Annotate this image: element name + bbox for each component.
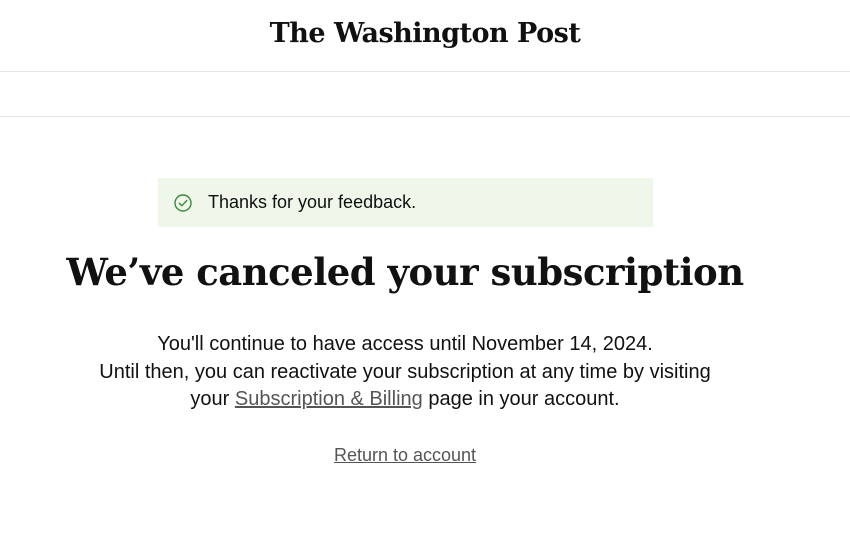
- feedback-message: Thanks for your feedback.: [208, 192, 417, 212]
- billing-line-prefix: your: [190, 388, 230, 410]
- subscription-billing-link[interactable]: Subscription & Billing: [235, 388, 423, 410]
- return-link-container: Return to account: [0, 445, 810, 466]
- reactivate-text: Until then, you can reactivate your subs…: [99, 360, 711, 383]
- feedback-banner: Thanks for your feedback.: [158, 178, 653, 227]
- billing-line-suffix: page in your account.: [428, 388, 620, 410]
- return-to-account-link[interactable]: Return to account: [334, 445, 476, 465]
- billing-line: your Subscription & Billing page in your…: [60, 386, 750, 414]
- washington-post-logo[interactable]: The Washington Post: [270, 18, 581, 49]
- site-header: The Washington Post: [0, 0, 850, 72]
- access-until-text: You'll continue to have access until Nov…: [157, 333, 653, 355]
- subnav-bar: [0, 72, 850, 117]
- check-circle-icon: [174, 193, 192, 212]
- cancellation-details: You'll continue to have access until Nov…: [60, 331, 750, 414]
- page-title: We’ve canceled your subscription: [66, 250, 744, 294]
